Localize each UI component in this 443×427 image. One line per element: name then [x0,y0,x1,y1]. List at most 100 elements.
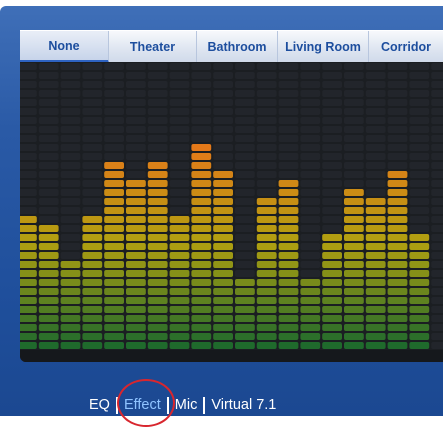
eq-segment [104,270,124,277]
eq-grid-cell [387,135,408,142]
eq-segment [387,243,408,250]
eq-grid-cell [104,99,124,106]
eq-segment [104,333,124,340]
eq-segment [300,342,321,349]
eq-segment [344,189,364,196]
eq-grid-cell [60,243,81,250]
eq-grid-cell [20,81,37,88]
eq-grid-cell [300,81,321,88]
eq-segment [82,243,103,250]
eq-grid-cell [235,63,255,70]
eq-grid-cell [300,225,321,232]
eq-grid-cell [213,126,233,133]
eq-segment [147,270,168,277]
eq-grid-cell [60,198,81,205]
eq-grid-cell [387,144,408,151]
eq-segment [191,153,212,160]
eq-segment [20,342,37,349]
eq-bar [213,171,233,349]
eq-segment [387,333,408,340]
mode-eq[interactable]: EQ [86,397,113,413]
mode-mic[interactable]: Mic [172,397,201,413]
eq-segment [409,333,430,340]
eq-grid-cell [431,207,443,214]
eq-segment [126,243,146,250]
tab-none[interactable]: None [20,31,109,63]
eq-segment [344,279,364,286]
eq-grid-cell [322,135,342,142]
tab-living-room[interactable]: Living Room [278,31,369,63]
eq-grid-cell [409,153,430,160]
eq-segment [147,162,168,169]
eq-segment [82,333,103,340]
eq-segment [38,225,59,232]
eq-segment [104,243,124,250]
eq-grid-cell [38,72,59,79]
eq-segment [20,297,37,304]
eq-segment [365,306,386,313]
tab-theater[interactable]: Theater [109,31,197,63]
eq-grid-cell [409,171,430,178]
eq-grid-cell [147,81,168,88]
eq-grid-cell [82,162,103,169]
eq-segment [38,306,59,313]
eq-segment [20,279,37,286]
eq-grid-cell [169,207,190,214]
eq-segment [213,297,233,304]
eq-grid-cell [387,117,408,124]
eq-segment [322,324,342,331]
eq-segment [60,261,81,268]
eq-segment [104,342,124,349]
eq-segment [191,162,212,169]
eq-segment [278,234,299,241]
eq-grid-cell [387,108,408,115]
eq-grid-cell [60,135,81,142]
eq-segment [344,252,364,259]
eq-grid-cell [60,153,81,160]
eq-segment [409,342,430,349]
eq-segment [256,279,277,286]
eq-segment [322,261,342,268]
eq-segment [278,261,299,268]
eq-grid-cell [365,153,386,160]
tab-corridor[interactable]: Corridor [369,31,443,63]
eq-segment [365,324,386,331]
eq-segment [256,342,277,349]
eq-grid-cell [60,126,81,133]
eq-segment [104,171,124,178]
eq-segment [147,225,168,232]
mode-virtual-7-1[interactable]: Virtual 7.1 [208,397,279,413]
eq-segment [344,216,364,223]
eq-grid-cell [431,99,443,106]
eq-grid-cell [126,135,146,142]
eq-grid-cell [235,126,255,133]
eq-segment [278,315,299,322]
eq-grid-cell [322,162,342,169]
eq-grid-cell [235,108,255,115]
eq-grid-cell [409,63,430,70]
eq-grid-cell [431,261,443,268]
eq-segment [60,324,81,331]
eq-grid-cell [213,99,233,106]
eq-grid-cell [169,171,190,178]
eq-grid-cell [365,99,386,106]
eq-grid-cell [60,216,81,223]
eq-grid-cell [300,135,321,142]
eq-segment [191,207,212,214]
tab-bathroom[interactable]: Bathroom [197,31,278,63]
eq-grid-cell [256,144,277,151]
eq-grid-cell [300,126,321,133]
equalizer-bars [20,63,443,362]
eq-segment [322,297,342,304]
eq-segment [38,234,59,241]
eq-segment [191,261,212,268]
eq-grid-cell [60,144,81,151]
mode-effect[interactable]: Effect [121,397,164,413]
eq-grid-cell [60,81,81,88]
eq-segment [169,342,190,349]
eq-segment [169,306,190,313]
eq-segment [126,306,146,313]
eq-grid-cell [38,90,59,97]
eq-segment [365,342,386,349]
eq-grid-cell [300,153,321,160]
